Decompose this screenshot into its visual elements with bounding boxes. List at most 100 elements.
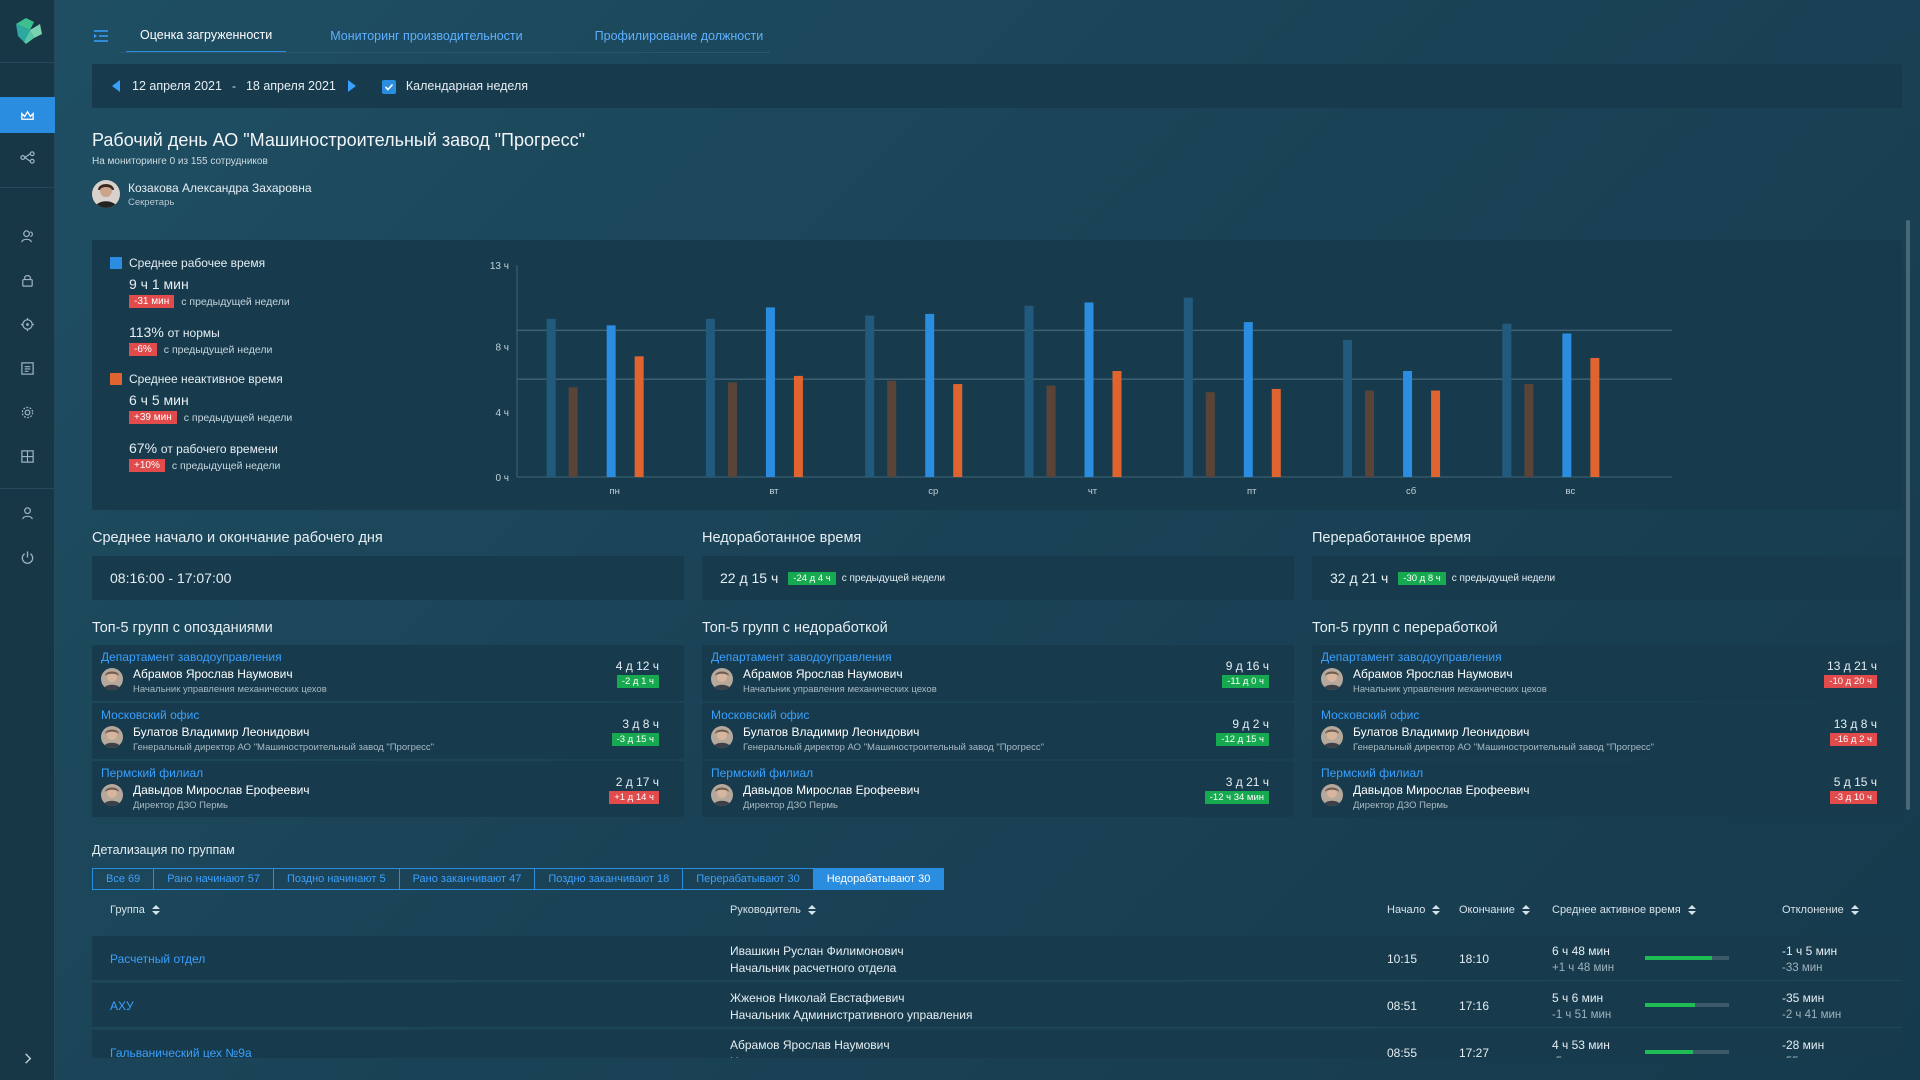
detail-filters: Все 69 Рано начинают 57 Поздно начинают … bbox=[92, 868, 945, 890]
group-link[interactable]: Департамент заводоуправления bbox=[1321, 650, 1502, 664]
leader-role: Директор ДЗО Пермь bbox=[133, 800, 228, 811]
filter-late-start[interactable]: Поздно начинают 5 bbox=[272, 868, 400, 890]
leader-cell: Абрамов Ярослав Наумович Начальник управл… bbox=[730, 1037, 975, 1058]
top-group-card[interactable]: Московский офис Булатов Владимир Леонидов… bbox=[92, 703, 684, 759]
dashboard-icon bbox=[21, 109, 34, 120]
table-row[interactable]: Гальванический цех №9а Абрамов Ярослав На… bbox=[92, 1030, 1902, 1058]
deviation-delta: -55 мин bbox=[1782, 1054, 1824, 1058]
top-group-card[interactable]: Департамент заводоуправления Абрамов Ярос… bbox=[702, 645, 1294, 701]
legend-idle[interactable]: Среднее неактивное время bbox=[110, 372, 350, 386]
leader-role: Начальник управления механических цехов bbox=[1353, 684, 1547, 695]
avatar bbox=[711, 784, 733, 806]
date-end: 18 апреля 2021 bbox=[245, 79, 336, 93]
col-start[interactable]: Начало bbox=[1387, 904, 1441, 916]
app-logo[interactable] bbox=[12, 14, 46, 48]
tab-profiling[interactable]: Профилирование должности bbox=[581, 20, 778, 52]
top-group-card[interactable]: Пермский филиал Давыдов Мирослав Ерофееви… bbox=[702, 761, 1294, 817]
sidebar-item-users[interactable] bbox=[0, 218, 55, 254]
y-tick-label: 0 ч bbox=[495, 473, 509, 484]
group-link[interactable]: Пермский филиал bbox=[1321, 766, 1423, 780]
menu-toggle-icon[interactable] bbox=[92, 27, 110, 45]
y-tick-label: 13 ч bbox=[490, 261, 509, 272]
top-group-card[interactable]: Пермский филиал Давыдов Мирослав Ерофееви… bbox=[92, 761, 684, 817]
avg-work-value: 9 ч 1 мин bbox=[129, 276, 189, 292]
sidebar-item-profile[interactable] bbox=[0, 495, 55, 531]
col-group[interactable]: Группа bbox=[110, 904, 160, 916]
current-person[interactable]: Козакова Александра Захаровна Секретарь bbox=[92, 180, 312, 208]
bar-work-prev bbox=[1024, 305, 1034, 477]
col-leader[interactable]: Руководитель bbox=[730, 904, 816, 916]
top-under-title: Топ-5 групп с недоработкой bbox=[702, 620, 888, 636]
idle-pct-label: от рабочего времени bbox=[160, 442, 278, 456]
table-header: Группа Руководитель Начало Окончание Сре… bbox=[92, 904, 1902, 928]
sort-icon bbox=[1850, 905, 1859, 915]
top-group-card[interactable]: Московский офис Булатов Владимир Леонидов… bbox=[1312, 703, 1902, 759]
sidebar-item-security[interactable] bbox=[0, 262, 55, 298]
group-link[interactable]: Департамент заводоуправления bbox=[711, 650, 892, 664]
bar-idle-prev bbox=[568, 387, 578, 477]
group-link[interactable]: Пермский филиал bbox=[711, 766, 813, 780]
group-link[interactable]: Гальванический цех №9а bbox=[110, 1046, 252, 1058]
gallery-icon bbox=[21, 449, 34, 463]
top-group-card[interactable]: Департамент заводоуправления Абрамов Ярос… bbox=[1312, 645, 1902, 701]
group-link[interactable]: АХУ bbox=[110, 999, 134, 1013]
sidebar-expand-button[interactable] bbox=[0, 1040, 55, 1076]
group-link[interactable]: Московский офис bbox=[711, 708, 809, 722]
group-link[interactable]: Московский офис bbox=[1321, 708, 1419, 722]
sidebar-item-logout[interactable] bbox=[0, 539, 55, 575]
top-group-card[interactable]: Пермский филиал Давыдов Мирослав Ерофееви… bbox=[1312, 761, 1902, 817]
under-time-title: Недоработанное время bbox=[702, 530, 862, 546]
avg-idle-badge: +39 мин bbox=[129, 411, 177, 424]
leader-name: Булатов Владимир Леонидович bbox=[133, 725, 310, 739]
prev-week-button[interactable] bbox=[112, 80, 120, 92]
sidebar-item-target[interactable] bbox=[0, 306, 55, 342]
leader-name: Абрамов Ярослав Наумович bbox=[1353, 667, 1513, 681]
leader-name: Абрамов Ярослав Наумович bbox=[730, 1038, 890, 1052]
col-avg[interactable]: Среднее активное время bbox=[1552, 904, 1696, 916]
filter-late-end[interactable]: Поздно заканчивают 18 bbox=[534, 868, 684, 890]
col-end[interactable]: Окончание bbox=[1459, 904, 1530, 916]
legend-work[interactable]: Среднее рабочее время bbox=[110, 256, 350, 270]
calendar-week-label: Календарная неделя bbox=[405, 79, 529, 93]
sidebar-item-dashboard[interactable] bbox=[0, 97, 55, 133]
main-content: Оценка загруженности Мониторинг производ… bbox=[92, 0, 1902, 1080]
group-value: 3 д 8 ч bbox=[622, 717, 659, 731]
filter-underwork[interactable]: Недорабатывают 30 bbox=[812, 868, 945, 890]
table-row[interactable]: АХУ Жженов Николай Евстафиевич Начальник А… bbox=[92, 983, 1902, 1028]
group-link[interactable]: Пермский филиал bbox=[101, 766, 203, 780]
sidebar-item-gallery[interactable] bbox=[0, 438, 55, 474]
col-dev[interactable]: Отклонение bbox=[1782, 904, 1859, 916]
sidebar-item-settings[interactable] bbox=[0, 394, 55, 430]
leader-role: Начальник расчетного отдела bbox=[730, 961, 897, 975]
page-title: Рабочий день АО "Машиностроительный заво… bbox=[92, 130, 585, 150]
avg-idle-value: 6 ч 5 мин bbox=[129, 392, 189, 408]
group-link[interactable]: Департамент заводоуправления bbox=[101, 650, 282, 664]
legend-work-swatch bbox=[110, 257, 122, 269]
tab-performance[interactable]: Мониторинг производительности bbox=[316, 20, 536, 52]
filter-overwork[interactable]: Перерабатывают 30 bbox=[682, 868, 814, 890]
sidebar-item-list[interactable] bbox=[0, 350, 55, 386]
target-icon bbox=[20, 317, 35, 331]
top-group-card[interactable]: Московский офис Булатов Владимир Леонидов… bbox=[702, 703, 1294, 759]
group-link[interactable]: Расчетный отдел bbox=[110, 952, 205, 966]
x-tick-label: вс bbox=[1566, 486, 1576, 497]
top-group-card[interactable]: Департамент заводоуправления Абрамов Ярос… bbox=[92, 645, 684, 701]
filter-all[interactable]: Все 69 bbox=[92, 868, 155, 890]
next-week-button[interactable] bbox=[347, 80, 356, 92]
tab-workload[interactable]: Оценка загруженности bbox=[126, 19, 287, 53]
bar-work bbox=[1084, 302, 1094, 477]
table-row[interactable]: Расчетный отдел Ивашкин Руслан Филимонови… bbox=[92, 936, 1902, 981]
group-value: 13 д 21 ч bbox=[1827, 659, 1877, 673]
bar-idle-prev bbox=[1365, 390, 1375, 477]
filter-early-start[interactable]: Рано начинают 57 bbox=[153, 868, 274, 890]
deviation-cell: -28 мин -55 мин bbox=[1782, 1037, 1824, 1058]
calendar-week-checkbox[interactable] bbox=[381, 80, 396, 94]
prev-week-label: с предыдущей недели bbox=[841, 572, 946, 584]
idle-pct-delta: +10% с предыдущей недели bbox=[129, 459, 350, 472]
group-link[interactable]: Московский офис bbox=[101, 708, 199, 722]
sidebar-item-network[interactable] bbox=[0, 139, 55, 175]
deviation-cell: -35 мин -2 ч 41 мин bbox=[1782, 990, 1841, 1024]
filter-early-end[interactable]: Рано заканчивают 47 bbox=[398, 868, 536, 890]
page-scrollbar[interactable] bbox=[1906, 220, 1910, 810]
avg-active-bar bbox=[1645, 1050, 1729, 1054]
